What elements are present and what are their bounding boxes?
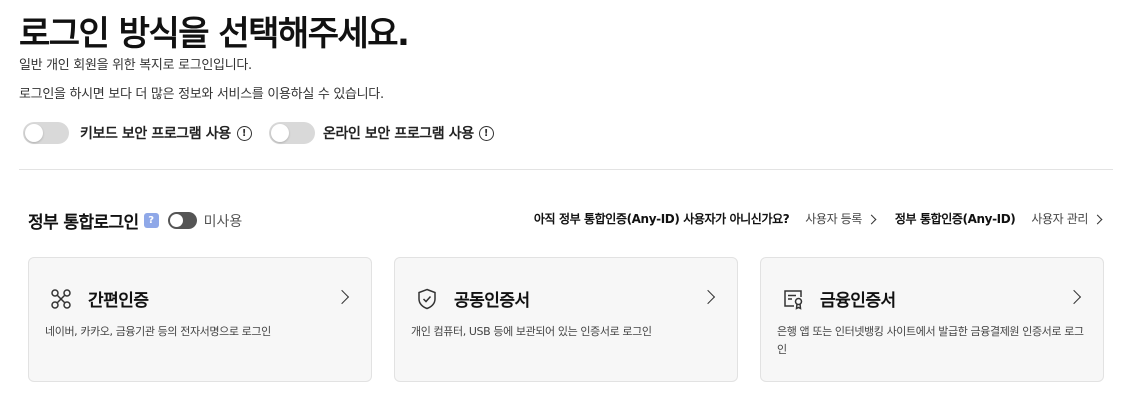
online-info-icon[interactable]: !: [478, 125, 494, 141]
gov-login-row: 정부 통합로그인 ? 미사용: [28, 208, 242, 233]
card-title: 간편인증: [88, 291, 149, 311]
online-security-label: 온라인 보안 프로그램 사용: [323, 126, 474, 142]
certificate-icon: [784, 289, 803, 310]
keyboard-security-label: 키보드 보안 프로그램 사용: [80, 126, 231, 142]
keyboard-security-toggle[interactable]: [23, 122, 69, 144]
card-simple-auth[interactable]: 간편인증 네이버, 카카오, 금융기관 등의 전자서명으로 로그인: [28, 257, 372, 382]
chevron-right-icon: [1092, 214, 1103, 224]
page-subdescription: 로그인을 하시면 보다 더 많은 정보와 서비스를 이용하실 수 있습니다.: [19, 87, 384, 102]
card-description: 개인 컴퓨터, USB 등에 보관되어 있는 인증서로 로그인: [411, 325, 652, 338]
manage-link[interactable]: 사용자 관리: [1031, 210, 1103, 227]
section-divider: [19, 169, 1113, 170]
card-description: 은행 앱 또는 인터넷뱅킹 사이트에서 발급한 금융결제원 인증서로 로그인: [777, 325, 1084, 356]
keyboard-info-icon[interactable]: !: [236, 125, 252, 141]
chevron-right-icon: [700, 289, 716, 305]
page-title: 로그인 방식을 선택해주세요.: [19, 14, 410, 54]
any-id-links: 아직 정부 통합인증(Any-ID) 사용자가 아니신가요? 사용자 등록 정부…: [533, 210, 1103, 227]
keyboard-security-row: 키보드 보안 프로그램 사용 !: [23, 122, 252, 144]
chevron-right-icon: [1066, 289, 1082, 305]
online-security-toggle[interactable]: [269, 122, 315, 144]
card-description: 네이버, 카카오, 금융기관 등의 전자서명으로 로그인: [45, 325, 271, 338]
help-icon[interactable]: ?: [143, 213, 159, 228]
card-financial-certificate[interactable]: 금융인증서 은행 앱 또는 인터넷뱅킹 사이트에서 발급한 금융결제원 인증서로…: [760, 257, 1104, 382]
gov-login-toggle[interactable]: [167, 212, 197, 229]
chevron-right-icon: [866, 214, 877, 224]
register-link-label: 사용자 등록: [805, 212, 862, 226]
card-title: 금융인증서: [820, 291, 896, 311]
manage-link-label: 사용자 관리: [1031, 212, 1088, 226]
register-link[interactable]: 사용자 등록: [805, 210, 877, 227]
page-description: 일반 개인 회원을 위한 복지로 로그인입니다.: [19, 58, 252, 73]
card-joint-certificate[interactable]: 공동인증서 개인 컴퓨터, USB 등에 보관되어 있는 인증서로 로그인: [394, 257, 738, 382]
simple-auth-icon: [51, 288, 71, 309]
any-id-label: 정부 통합인증(Any-ID): [894, 212, 1016, 226]
any-id-question: 아직 정부 통합인증(Any-ID) 사용자가 아니신가요?: [533, 212, 790, 226]
chevron-right-icon: [334, 289, 350, 305]
online-security-row: 온라인 보안 프로그램 사용 !: [269, 122, 494, 144]
shield-check-icon: [418, 288, 436, 309]
card-title: 공동인증서: [454, 291, 530, 311]
gov-login-status: 미사용: [203, 213, 243, 230]
gov-login-title: 정부 통합로그인: [28, 213, 139, 233]
